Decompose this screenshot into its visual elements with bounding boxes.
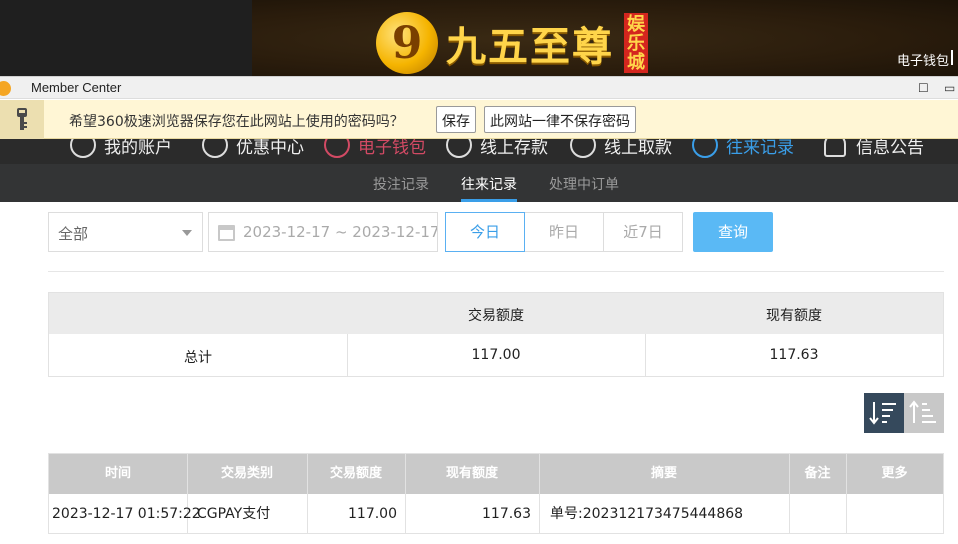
user-icon [70, 139, 96, 158]
gift-icon [202, 139, 228, 158]
divider [539, 454, 540, 533]
col-amount[interactable]: 交易额度 [307, 454, 405, 494]
tab-bet-records[interactable]: 投注记录 [373, 174, 429, 194]
window-titlebar: Member Center ☐ ▭ [0, 76, 958, 99]
save-password-button[interactable]: 保存 [436, 106, 476, 133]
tab-pending-orders[interactable]: 处理中订单 [549, 174, 619, 194]
logo-tag: 娱乐城 [624, 13, 648, 73]
nav-label: 优惠中心 [236, 139, 304, 158]
nav-label: 线上取款 [604, 139, 672, 158]
col-time[interactable]: 时间 [49, 454, 187, 494]
nav-label: 线上存款 [480, 139, 548, 158]
nav-online-deposit[interactable]: 线上存款 [446, 139, 548, 161]
sub-nav: 投注记录 往来记录 处理中订单 [0, 164, 958, 202]
row-type: CGPAY支付 [197, 506, 271, 522]
summary-table: 交易额度 现有额度 总计 117.00 117.63 [48, 292, 944, 377]
query-button[interactable]: 查询 [693, 212, 773, 252]
nav-label: 往来记录 [726, 139, 794, 158]
col-summary[interactable]: 摘要 [539, 454, 789, 494]
col-more[interactable]: 更多 [846, 454, 943, 494]
logo-text: 九五至尊 [446, 23, 614, 70]
row-summary: 单号:202312173475444868 [550, 506, 744, 522]
row-note [789, 494, 846, 534]
window-title: Member Center [31, 80, 122, 95]
summary-total-label: 总计 [184, 350, 212, 366]
last-7-days-button[interactable]: 近7日 [603, 212, 683, 252]
password-save-prompt: 希望360极速浏览器保存您在此网站上使用的密码吗？ 保存 此网站一律不保存密码 [0, 100, 958, 139]
transaction-table: 时间 交易类别 交易额度 现有额度 摘要 备注 更多 2023-12-17 01… [48, 453, 944, 534]
tab-transactions[interactable]: 往来记录 [461, 174, 517, 194]
wallet-link[interactable]: 电子钱包 [897, 50, 949, 69]
row-time: 2023-12-17 01:57:22 [52, 506, 201, 522]
summary-total-balance: 117.63 [769, 347, 819, 363]
yesterday-button[interactable]: 昨日 [524, 212, 604, 252]
sort-ascending-icon [909, 400, 936, 423]
wallet-separator [951, 50, 953, 65]
main-nav: 我的账户 优惠中心 电子钱包 线上存款 线上取款 往来记录 信息公告 [0, 139, 958, 164]
nav-records[interactable]: 往来记录 [692, 139, 794, 161]
active-tab-underline [461, 199, 517, 202]
date-range-input[interactable]: 2023-12-17 ~ 2023-12-17 [208, 212, 438, 252]
sort-ascending-button[interactable] [904, 393, 944, 433]
record-icon [692, 139, 718, 158]
bell-icon [824, 139, 846, 157]
type-select-value: 全部 [58, 225, 89, 243]
row-balance: 117.63 [482, 506, 531, 522]
nav-online-withdraw[interactable]: 线上取款 [570, 139, 672, 161]
withdraw-icon [570, 139, 596, 158]
nav-promotions[interactable]: 优惠中心 [202, 139, 304, 161]
maximize-icon[interactable]: ☐ [918, 81, 929, 95]
row-amount: 117.00 [348, 506, 397, 522]
wallet-icon [324, 139, 350, 158]
deposit-icon [446, 139, 472, 158]
nav-label: 电子钱包 [358, 139, 426, 158]
nav-announcements[interactable]: 信息公告 [824, 139, 924, 161]
col-type[interactable]: 交易类别 [187, 454, 307, 494]
sort-descending-icon [869, 402, 896, 425]
date-range-value: 2023-12-17 ~ 2023-12-17 [243, 223, 438, 241]
col-note[interactable]: 备注 [789, 454, 846, 494]
divider [48, 271, 944, 272]
password-prompt-message: 希望360极速浏览器保存您在此网站上使用的密码吗？ [69, 114, 404, 130]
nav-label: 我的账户 [104, 139, 172, 158]
close-icon[interactable]: ▭ [944, 81, 955, 95]
never-save-password-button[interactable]: 此网站一律不保存密码 [484, 106, 636, 133]
type-select[interactable]: 全部 [48, 212, 203, 252]
logo-mark: 9 [376, 12, 438, 74]
chevron-down-icon [182, 230, 192, 236]
row-more[interactable] [846, 494, 943, 534]
site-logo[interactable]: 9 九五至尊 娱乐城 [376, 12, 648, 74]
key-icon-box [0, 100, 44, 139]
sort-descending-button[interactable] [864, 393, 904, 433]
today-button[interactable]: 今日 [445, 212, 525, 252]
col-balance[interactable]: 现有额度 [405, 454, 539, 494]
summary-header-balance: 现有额度 [766, 308, 822, 324]
calendar-icon [218, 225, 235, 241]
browser-app-icon [0, 81, 11, 96]
summary-total-amount: 117.00 [471, 347, 521, 363]
nav-my-account[interactable]: 我的账户 [70, 139, 172, 161]
nav-e-wallet[interactable]: 电子钱包 [324, 139, 426, 161]
summary-header-amount: 交易额度 [468, 308, 524, 324]
key-icon [17, 108, 27, 130]
nav-label: 信息公告 [856, 139, 924, 158]
